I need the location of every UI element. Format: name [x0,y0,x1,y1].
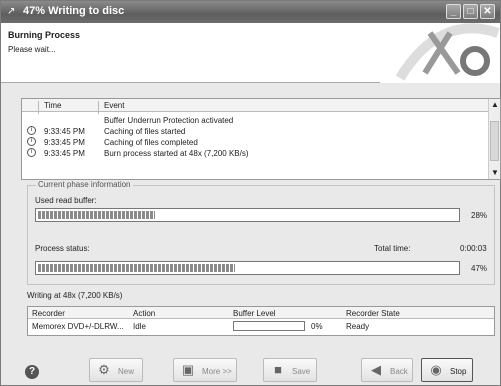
info-icon: i [27,137,36,146]
status-percent: 47% [471,264,488,273]
recorder-name: Memorex DVD+/-DLRW... [32,322,124,331]
log-row: i 9:33:45 PM Burn process started at 48x… [22,148,482,159]
log-scrollbar[interactable]: ▲ ▼ [488,99,500,179]
col-state: Recorder State [346,309,400,318]
app-icon: ↗ [7,6,16,17]
col-buffer: Buffer Level [233,309,276,318]
recorder-buffer-bar [233,321,305,331]
nero-logo [380,23,500,83]
recorder-table: Recorder Action Buffer Level Recorder St… [27,306,495,336]
recorder-buffer: 0% [311,322,323,331]
status-progress-fill [38,264,235,272]
close-button[interactable]: ✕ [480,4,495,19]
total-time-value: 0:00:03 [460,244,487,253]
log-row: i 9:33:45 PM Caching of files completed [22,137,482,148]
status-label: Process status: [35,244,90,253]
event-log[interactable]: Time Event Buffer Underrun Protection ac… [21,98,501,180]
col-recorder: Recorder [32,309,65,318]
help-button[interactable]: ? [25,365,39,379]
new-disc-icon: ⚙ [98,362,110,377]
total-time-label: Total time: [374,244,411,253]
info-icon: i [27,148,36,157]
page-subtitle: Please wait... [8,45,56,54]
buffer-label: Used read buffer: [35,196,97,205]
page-title: Burning Process [8,30,81,40]
buffer-percent: 28% [471,211,488,220]
more-icon: ▣ [181,362,195,377]
info-icon: i [27,126,36,135]
minimize-button[interactable]: _ [446,4,461,19]
stop-icon: ◉ [430,362,442,377]
stop-button[interactable]: ◉ Stop [421,358,473,382]
phase-legend: Current phase information [36,180,133,189]
phase-info-group: Current phase information Used read buff… [27,180,495,285]
recorder-header: Recorder Action Buffer Level Recorder St… [28,307,494,319]
more-button[interactable]: ▣ More >> [173,358,237,382]
maximize-button[interactable]: □ [463,4,478,19]
col-event: Event [104,101,125,110]
scroll-up-icon[interactable]: ▲ [490,100,500,110]
log-row: i 9:33:45 PM Caching of files started [22,126,482,137]
scroll-thumb[interactable] [490,121,499,161]
burn-window: ↗ 47% Writing to disc _ □ ✕ Burning Proc… [0,0,501,386]
new-button[interactable]: ⚙ New [89,358,143,382]
back-arrow-icon: ◀ [371,362,381,377]
save-button[interactable]: ■ Save [263,358,317,382]
status-progress-bar [35,261,460,275]
writing-speed: Writing at 48x (7,200 KB/s) [27,291,123,300]
window-title: 47% Writing to disc [23,5,125,17]
wizard-header: Burning Process Please wait... [1,23,500,83]
back-button[interactable]: ◀ Back [361,358,413,382]
buffer-progress-bar [35,208,460,222]
log-row: Buffer Underrun Protection activated [104,116,234,125]
col-action: Action [133,309,156,318]
col-time: Time [44,101,62,110]
floppy-icon: ■ [274,362,282,377]
title-bar: ↗ 47% Writing to disc _ □ ✕ [1,1,500,23]
log-header: Time Event [22,99,500,114]
recorder-state: Ready [346,322,370,331]
buffer-progress-fill [38,211,155,219]
scroll-down-icon[interactable]: ▼ [490,168,500,178]
recorder-action: Idle [133,322,146,331]
